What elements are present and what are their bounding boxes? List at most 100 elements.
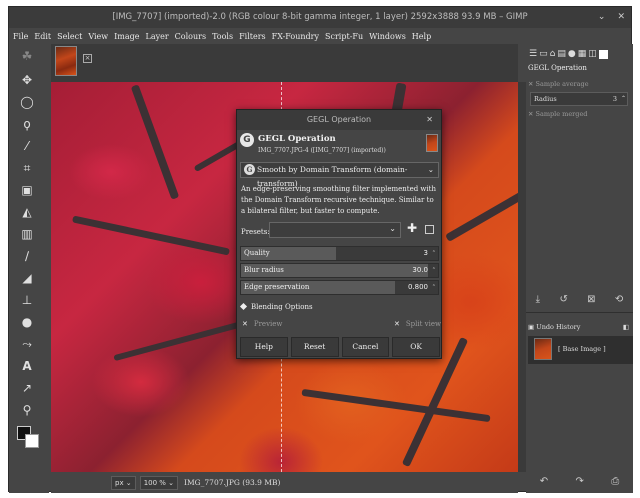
wilber-logo-icon: ☘ (21, 49, 33, 63)
reset-options-icon[interactable]: ⟲ (615, 294, 623, 305)
dialog-close-icon[interactable]: ✕ (426, 110, 433, 130)
undo-tab-icon[interactable]: ⌂ (550, 49, 556, 59)
eraser-icon[interactable]: ◢ (17, 270, 37, 286)
undo-icon[interactable]: ↶ (540, 476, 548, 487)
menu-help[interactable]: Help (412, 32, 431, 41)
dialog-title: GEGL Operation (306, 115, 372, 124)
quality-slider[interactable]: Quality 3 ⌃ (240, 246, 439, 261)
gradient-icon[interactable]: ▥ (17, 226, 37, 242)
operation-select[interactable]: G Smooth by Domain Transform (domain-tra… (240, 162, 439, 188)
ellipse-select-icon[interactable]: ◯ (17, 94, 37, 110)
bucket-fill-icon[interactable]: ◭ (17, 204, 37, 220)
menu-fx-foundry[interactable]: FX-Foundry (272, 32, 319, 41)
menu-file[interactable]: File (13, 32, 28, 41)
background-color-swatch[interactable] (25, 434, 39, 448)
paths-icon[interactable]: ⤳ (17, 336, 37, 352)
device-status-tab-icon[interactable]: ▭ (539, 49, 548, 59)
blur-radius-slider[interactable]: Blur radius 30.0 ⌃ (240, 263, 439, 278)
menu-image[interactable]: Image (114, 32, 139, 41)
chevron-down-icon: ⌄ (389, 224, 396, 233)
checkbox-icon: ✕ (242, 320, 248, 328)
status-bar: px ⌄ 100 % ⌄ IMG_7707.JPG (93.9 MB) (51, 472, 518, 493)
menu-select[interactable]: Select (57, 32, 82, 41)
blur-radius-value[interactable]: 30.0 (412, 264, 428, 277)
add-preset-icon[interactable]: ✚ (407, 221, 417, 235)
lasso-icon[interactable]: ϙ (17, 116, 37, 132)
preset-menu-icon[interactable] (425, 225, 434, 234)
gegl-icon: G (240, 133, 254, 147)
fuzzy-select-icon[interactable]: ⁄ (17, 138, 37, 154)
chevron-down-icon: ⌄ (427, 165, 434, 174)
sample-average-option[interactable]: ✕ Sample average (528, 80, 589, 88)
branch (445, 190, 518, 242)
brush-tab-icon[interactable]: ● (568, 49, 576, 59)
image-tab-thumbnail[interactable] (55, 46, 77, 76)
blending-options-expander[interactable]: Blending Options (239, 302, 313, 311)
edge-preservation-value[interactable]: 0.800 (408, 281, 428, 294)
quality-value[interactable]: 3 (424, 247, 428, 260)
quality-label: Quality (244, 249, 270, 257)
preview-checkbox[interactable]: ✕ Preview (242, 320, 282, 328)
unit-select[interactable]: px ⌄ (111, 475, 136, 490)
menu-tools[interactable]: Tools (212, 32, 233, 41)
spin-icon[interactable]: ⌃ (432, 264, 436, 277)
checkbox-icon: ✕ (394, 320, 400, 328)
radius-value[interactable]: 3 (613, 93, 617, 105)
save-options-icon[interactable]: ⤓ (536, 294, 540, 305)
dock-divider[interactable] (526, 312, 633, 313)
menu-colours[interactable]: Colours (175, 32, 206, 41)
menu-windows[interactable]: Windows (369, 32, 406, 41)
help-button[interactable]: Help (240, 337, 288, 357)
menu-filters[interactable]: Filters (239, 32, 266, 41)
color-picker-icon[interactable]: ↗ (17, 380, 37, 396)
tool-options-title: GEGL Operation (528, 64, 587, 72)
delete-options-icon[interactable]: ⊠ (587, 294, 595, 305)
menu-layer[interactable]: Layer (146, 32, 169, 41)
paintbrush-icon[interactable]: ∕ (17, 248, 37, 264)
vertical-scrollbar[interactable] (518, 82, 526, 472)
presets-select[interactable]: ⌄ (269, 222, 401, 238)
clone-icon[interactable]: ⊥ (17, 292, 37, 308)
split-view-checkbox[interactable]: ✕ Split view (394, 320, 441, 328)
reset-button[interactable]: Reset (290, 337, 339, 357)
edge-preservation-slider[interactable]: Edge preservation 0.800 ⌃ (240, 280, 439, 295)
undo-buttons: ↶ ↷ ⎙ (526, 476, 633, 487)
radius-spin-icon[interactable]: ⌃ (621, 93, 626, 105)
undo-history-item[interactable]: [ Base Image ] (528, 336, 633, 364)
undo-thumbnail (534, 338, 552, 360)
sample-merged-option[interactable]: ✕ Sample merged (528, 110, 587, 118)
gradient-tab-icon[interactable]: ◫ (588, 49, 597, 59)
restore-options-icon[interactable]: ↺ (559, 294, 567, 305)
status-info: IMG_7707.JPG (93.9 MB) (184, 478, 281, 487)
close-icon[interactable]: ✕ (617, 7, 625, 28)
white-swatch-icon[interactable] (598, 49, 608, 59)
ok-button[interactable]: OK (392, 337, 440, 357)
gegl-small-icon: G (244, 164, 255, 175)
crop-icon[interactable]: ⌗ (17, 160, 37, 176)
close-tab-icon[interactable]: × (83, 54, 92, 63)
transform-icon[interactable]: ▣ (17, 182, 37, 198)
move-tool-icon[interactable]: ✥ (17, 72, 37, 88)
radius-field[interactable]: Radius 3 ⌃ (530, 92, 628, 106)
dialog-image-thumbnail (426, 134, 438, 152)
redo-icon[interactable]: ↷ (576, 476, 584, 487)
menu-script-fu[interactable]: Script-Fu (325, 32, 363, 41)
zoom-select[interactable]: 100 % ⌄ (139, 475, 179, 490)
clear-history-icon[interactable]: ⎙ (611, 476, 619, 487)
minimize-icon[interactable]: ⌄ (598, 7, 606, 28)
dialog-title-bar: GEGL Operation ✕ (237, 110, 441, 130)
smudge-icon[interactable]: ● (17, 314, 37, 330)
branch (72, 215, 230, 256)
zoom-icon[interactable]: ⚲ (17, 402, 37, 418)
tool-options-tab-icon[interactable]: ☰ (529, 49, 537, 59)
spin-icon[interactable]: ⌃ (432, 247, 436, 260)
images-tab-icon[interactable]: ▤ (557, 49, 566, 59)
dialog-buttons: Help Reset Cancel OK (240, 337, 440, 357)
spin-icon[interactable]: ⌃ (432, 281, 436, 294)
menu-view[interactable]: View (88, 32, 108, 41)
menu-edit[interactable]: Edit (34, 32, 51, 41)
pattern-tab-icon[interactable]: ▦ (578, 49, 587, 59)
undo-menu-icon[interactable]: ◧ (623, 320, 629, 334)
text-tool-icon[interactable]: A (17, 358, 37, 374)
cancel-button[interactable]: Cancel (341, 337, 390, 357)
